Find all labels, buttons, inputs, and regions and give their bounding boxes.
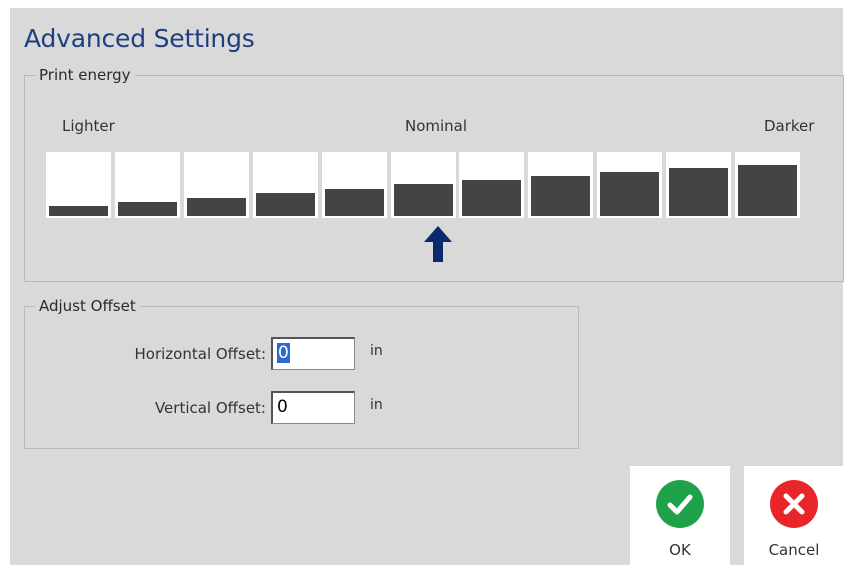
print-energy-legend: Print energy <box>35 65 135 85</box>
ok-button-label: OK <box>669 541 691 559</box>
print-energy-level-6[interactable] <box>390 152 456 218</box>
print-energy-level-fill <box>186 198 246 216</box>
vertical-offset-input[interactable]: 0 <box>271 391 355 424</box>
print-energy-level-fill <box>600 172 660 216</box>
dialog-title: Advanced Settings <box>24 24 255 53</box>
selected-level-arrow-icon <box>424 226 452 262</box>
print-energy-level-fill <box>117 202 177 216</box>
print-energy-level-7[interactable] <box>459 152 525 218</box>
print-energy-level-10[interactable] <box>666 152 732 218</box>
cancel-button-label: Cancel <box>768 541 820 559</box>
lighter-label: Lighter <box>62 117 115 135</box>
cancel-button[interactable]: Cancel <box>744 466 844 565</box>
checkmark-icon <box>656 480 704 528</box>
print-energy-level-9[interactable] <box>597 152 663 218</box>
print-energy-level-fill <box>255 193 315 216</box>
print-energy-level-5[interactable] <box>321 152 387 218</box>
ok-button[interactable]: OK <box>630 466 730 565</box>
print-energy-level-fill <box>669 168 729 216</box>
print-energy-level-fill <box>462 180 522 216</box>
adjust-offset-legend: Adjust Offset <box>35 296 140 316</box>
print-energy-level-fill <box>738 165 797 216</box>
darker-label: Darker <box>764 117 815 135</box>
print-energy-level-8[interactable] <box>528 152 594 218</box>
adjust-offset-group: Adjust Offset <box>24 296 579 449</box>
close-icon <box>770 480 818 528</box>
vertical-offset-unit: in <box>370 397 383 413</box>
vertical-offset-label: Vertical Offset: <box>154 399 266 417</box>
print-energy-level-fill <box>531 176 591 216</box>
print-energy-level-fill <box>393 184 453 216</box>
horizontal-offset-unit: in <box>370 343 383 359</box>
print-energy-level-11[interactable] <box>735 152 800 218</box>
print-energy-level-4[interactable] <box>252 152 318 218</box>
horizontal-offset-label: Horizontal Offset: <box>134 345 266 363</box>
vertical-offset-value: 0 <box>277 397 288 417</box>
print-energy-level-1[interactable] <box>46 152 111 218</box>
horizontal-offset-value: 0 <box>277 343 290 363</box>
advanced-settings-dialog: Advanced Settings Print energy Lighter N… <box>10 8 844 565</box>
print-energy-level-2[interactable] <box>114 152 180 218</box>
print-energy-level-3[interactable] <box>183 152 249 218</box>
nominal-label: Nominal <box>405 117 468 135</box>
print-energy-level-fill <box>324 189 384 216</box>
print-energy-level-fill <box>49 206 108 216</box>
horizontal-offset-input[interactable]: 0 <box>271 337 355 370</box>
